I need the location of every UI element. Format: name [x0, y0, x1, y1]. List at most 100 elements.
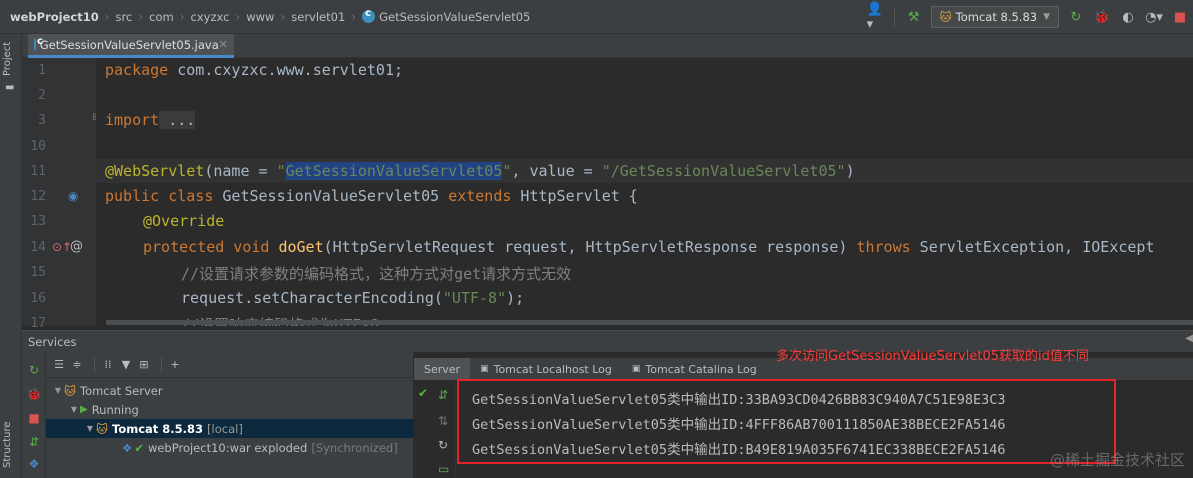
output-side-toolbar: ✔ ⇵ ⇅ ↻ ▭ [414, 380, 456, 478]
breadcrumb-servlet01[interactable]: servlet01 [291, 10, 345, 24]
layout-icon[interactable]: ⊞ [137, 358, 151, 372]
debug-icon[interactable]: 🐞 [26, 386, 42, 402]
line-number: 14 [30, 240, 46, 255]
check-icon: ✔ [134, 440, 144, 455]
breadcrumb-separator: › [280, 9, 286, 24]
stop-icon[interactable]: ■ [1172, 9, 1188, 25]
save-icon[interactable]: ▭ [438, 462, 449, 476]
filter-icon[interactable]: ▼ [119, 358, 133, 372]
profiler-icon[interactable]: ◔▾ [1145, 9, 1163, 25]
code-token: , value = [511, 162, 602, 180]
tomcat-icon: 🐱 [939, 10, 952, 24]
tree-node-running[interactable]: ▼ ▶ Running [46, 400, 414, 419]
tab-label: Tomcat Localhost Log [493, 362, 612, 376]
artifact-icon: ❖ [122, 440, 133, 455]
breadcrumb-class[interactable]: GetSessionValueServlet05 [362, 8, 530, 24]
code-token: "/GetSessionValueServlet05" [601, 162, 846, 180]
line-number: 10 [30, 139, 46, 154]
refresh-icon[interactable]: ↻ [26, 362, 42, 378]
log-icon: ▣ [480, 364, 489, 374]
code-line: public class GetSessionValueServlet05 ex… [105, 187, 638, 205]
tab-localhost-log[interactable]: ▣ Tomcat Localhost Log [470, 358, 622, 380]
code-token: HttpServlet { [511, 187, 638, 205]
editor-tab-active[interactable]: GetSessionValueServlet05.java ✕ [28, 34, 234, 58]
stop-icon[interactable]: ■ [26, 410, 42, 426]
highlight-box [457, 379, 1116, 464]
deploy-icon[interactable]: ⇵ [26, 434, 42, 450]
breadcrumb-cxyzxc[interactable]: cxyzxc [191, 10, 230, 24]
code-token: package [105, 61, 169, 79]
structure-tool-label[interactable]: Structure [2, 421, 13, 468]
navigation-bar: webProject10 › src › com › cxyzxc › www … [0, 0, 1193, 34]
scroll-up-icon[interactable]: ◀ [1185, 333, 1193, 344]
horizontal-scrollbar[interactable] [106, 320, 1193, 325]
hammer-icon[interactable]: ⚒ [906, 9, 922, 25]
folded-imports[interactable]: ... [159, 111, 196, 129]
run-configuration-select[interactable]: 🐱 Tomcat 8.5.83 ▼ [930, 6, 1059, 28]
tomcat-icon: 🐱 [96, 421, 108, 436]
chevron-down-icon: ▼ [86, 424, 94, 433]
breadcrumb-project[interactable]: webProject10 [10, 10, 99, 24]
code-token: com.cxyzxc.www.servlet01; [168, 61, 404, 79]
at-annotation-icon[interactable]: @ [70, 239, 83, 254]
code-token: "UTF-8" [442, 289, 507, 307]
line-number: 13 [30, 214, 46, 229]
code-token: import [105, 111, 160, 129]
tab-label: Tomcat Catalina Log [645, 362, 757, 376]
log-icon: ▣ [631, 364, 641, 374]
annotation-text: 多次访问GetSessionValueServlet05获取的id值不同 [776, 349, 1089, 364]
breadcrumb-separator: › [351, 9, 357, 24]
artifact-icon[interactable]: ❖ [26, 456, 42, 472]
toolbar-divider [161, 357, 162, 372]
tree-node-server[interactable]: ▼ 🐱 Tomcat Server [46, 381, 414, 400]
tree-node-tomcat[interactable]: ▼ 🐱 Tomcat 8.5.83 [local] [46, 419, 414, 438]
play-icon: ▶ [80, 404, 88, 415]
tree-node-label: Tomcat Server [80, 383, 163, 398]
add-icon[interactable]: + [168, 358, 182, 372]
code-token: protected void [143, 238, 270, 256]
code-line: protected void doGet(HttpServletRequest … [143, 238, 1154, 256]
user-icon[interactable]: 👤▾ [867, 2, 883, 32]
collapse-all-icon[interactable]: ≑ [70, 358, 84, 372]
group-by-icon[interactable]: ⁞⁞ [101, 358, 115, 372]
code-token: extends [448, 187, 512, 205]
code-line: request.setCharacterEncoding("UTF-8"); [181, 289, 524, 307]
line-number: 17 [30, 316, 46, 331]
check-icon[interactable]: ✔ [418, 386, 428, 400]
undeploy-icon[interactable]: ⇅ [438, 414, 448, 428]
close-icon[interactable]: ✕ [219, 38, 228, 51]
deploy-icon[interactable]: ⇵ [438, 388, 448, 402]
editor-tab-label: GetSessionValueServlet05.java [39, 37, 219, 52]
tab-catalina-log[interactable]: ▣ Tomcat Catalina Log [622, 358, 767, 380]
toolbar-divider [94, 357, 95, 372]
breadcrumb-separator: › [138, 9, 144, 24]
tree-node-artifact[interactable]: ❖ ✔ webProject10:war exploded [Synchroni… [46, 438, 414, 457]
editor-gutter: 1 2 3 10 11 12 13 14 15 16 17 ◉ ⊙↑ @ ⊞ [22, 58, 100, 331]
breadcrumb-com[interactable]: com [149, 10, 174, 24]
tab-server[interactable]: Server [414, 358, 471, 380]
breadcrumb-src[interactable]: src [116, 10, 133, 24]
services-side-toolbar: ↻ 🐞 ■ ⇵ ❖ [22, 352, 46, 478]
folder-icon[interactable]: ▬ [5, 82, 14, 93]
tree-node-label: Tomcat 8.5.83 [112, 421, 204, 436]
code-editor[interactable]: package com.cxyzxc.www.servlet01; import… [96, 58, 1193, 326]
code-line: @WebServlet(name = "GetSessionValueServl… [105, 162, 855, 180]
code-token: ); [506, 289, 525, 307]
breadcrumb-separator: › [179, 9, 185, 24]
code-token: " [276, 162, 286, 180]
code-token: doGet [278, 238, 324, 256]
rerun-icon[interactable]: ↻ [1068, 9, 1084, 25]
servlet-class-icon[interactable]: ◉ [68, 189, 78, 203]
project-tool-label[interactable]: Project [2, 42, 13, 76]
line-number: 12 [30, 189, 46, 204]
services-tree-toolbar: ☰ ≑ ⁞⁞ ▼ ⊞ + [46, 352, 414, 378]
code-token: @WebServlet [105, 162, 205, 180]
line-number: 1 [38, 63, 46, 78]
debug-icon[interactable]: 🐞 [1094, 9, 1110, 25]
refresh-icon[interactable]: ↻ [438, 438, 448, 452]
coverage-icon[interactable]: ◐ [1120, 9, 1136, 25]
breadcrumb-www[interactable]: www [246, 10, 274, 24]
line-number: 15 [30, 265, 46, 280]
expand-all-icon[interactable]: ☰ [52, 358, 66, 372]
line-number: 11 [30, 164, 46, 179]
